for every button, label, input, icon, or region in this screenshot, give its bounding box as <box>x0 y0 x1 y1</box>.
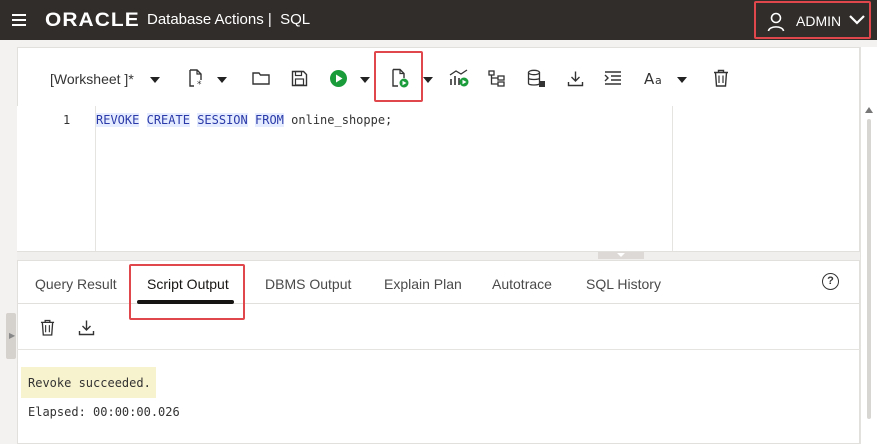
keyword-from: FROM <box>255 113 284 127</box>
svg-text:A: A <box>644 70 655 86</box>
download-icon[interactable] <box>563 66 587 90</box>
app-title: Database Actions | SQL <box>147 11 311 28</box>
top-header: ORACLE Database Actions | SQL ADMIN <box>0 0 877 40</box>
run-dropdown-caret[interactable] <box>360 77 370 83</box>
new-worksheet-dropdown-caret[interactable] <box>217 77 227 83</box>
run-script-highlight <box>374 51 423 102</box>
svg-text:*: * <box>197 80 202 88</box>
keyword-revoke: REVOKE <box>96 113 140 127</box>
oracle-logo: ORACLE <box>45 10 140 31</box>
keyword-session: SESSION <box>197 113 248 127</box>
tab-sql-history[interactable]: SQL History <box>586 276 661 292</box>
download-output-icon[interactable] <box>76 316 96 338</box>
chevron-down-icon <box>849 15 865 25</box>
keyword-create: CREATE <box>146 113 190 127</box>
worksheet-toolbar: [Worksheet ]* * Aa <box>17 52 860 104</box>
open-folder-icon[interactable] <box>249 66 273 90</box>
clear-output-icon[interactable] <box>37 316 57 338</box>
tab-explain-plan[interactable]: Explain Plan <box>384 276 462 292</box>
hamburger-menu-icon[interactable] <box>12 14 26 26</box>
worksheet-selector[interactable]: [Worksheet ]* <box>50 71 134 87</box>
tab-autotrace[interactable]: Autotrace <box>492 276 552 292</box>
scrollbar-thumb[interactable] <box>867 119 871 419</box>
left-panel-handle[interactable]: ▶ <box>6 313 16 359</box>
line-gutter: 1 <box>17 106 96 251</box>
sql-editor[interactable]: 1 REVOKE CREATE SESSION FROM online_shop… <box>17 106 672 251</box>
help-icon[interactable]: ? <box>822 273 839 290</box>
elapsed-time: Elapsed: 00:00:00.026 <box>28 405 180 419</box>
code-line[interactable]: REVOKE CREATE SESSION FROM online_shoppe… <box>96 113 392 127</box>
editor-divider <box>672 106 673 251</box>
vertical-scrollbar[interactable] <box>860 47 877 444</box>
output-message-box: Revoke succeeded. <box>21 367 156 398</box>
worksheet-dropdown-caret[interactable] <box>150 77 160 83</box>
scroll-up-arrow-icon[interactable] <box>865 107 873 113</box>
script-output-highlight <box>129 264 245 320</box>
user-name: ADMIN <box>796 13 842 29</box>
database-icon[interactable] <box>524 66 548 90</box>
tab-query-result[interactable]: Query Result <box>35 276 117 292</box>
new-worksheet-icon[interactable]: * <box>184 66 208 90</box>
format-icon[interactable] <box>601 66 625 90</box>
panel-splitter[interactable] <box>17 251 860 261</box>
autotrace-icon[interactable] <box>485 66 509 90</box>
explain-plan-icon[interactable] <box>447 66 471 90</box>
code-identifier: online_shoppe; <box>291 113 393 127</box>
user-menu-button[interactable]: ADMIN <box>754 1 871 39</box>
tab-dbms-output[interactable]: DBMS Output <box>265 276 351 292</box>
run-script-dropdown-caret[interactable] <box>423 77 433 83</box>
text-case-icon[interactable]: Aa <box>642 66 666 90</box>
user-icon <box>767 12 785 32</box>
output-separator <box>17 349 860 350</box>
run-statement-icon[interactable] <box>326 66 350 90</box>
save-icon[interactable] <box>287 66 311 90</box>
svg-text:a: a <box>655 74 662 86</box>
line-number: 1 <box>63 113 71 127</box>
output-message: Revoke succeeded. <box>28 376 151 390</box>
clear-trash-icon[interactable] <box>709 66 733 90</box>
text-case-dropdown-caret[interactable] <box>677 77 687 83</box>
collapse-grip[interactable] <box>598 252 644 259</box>
